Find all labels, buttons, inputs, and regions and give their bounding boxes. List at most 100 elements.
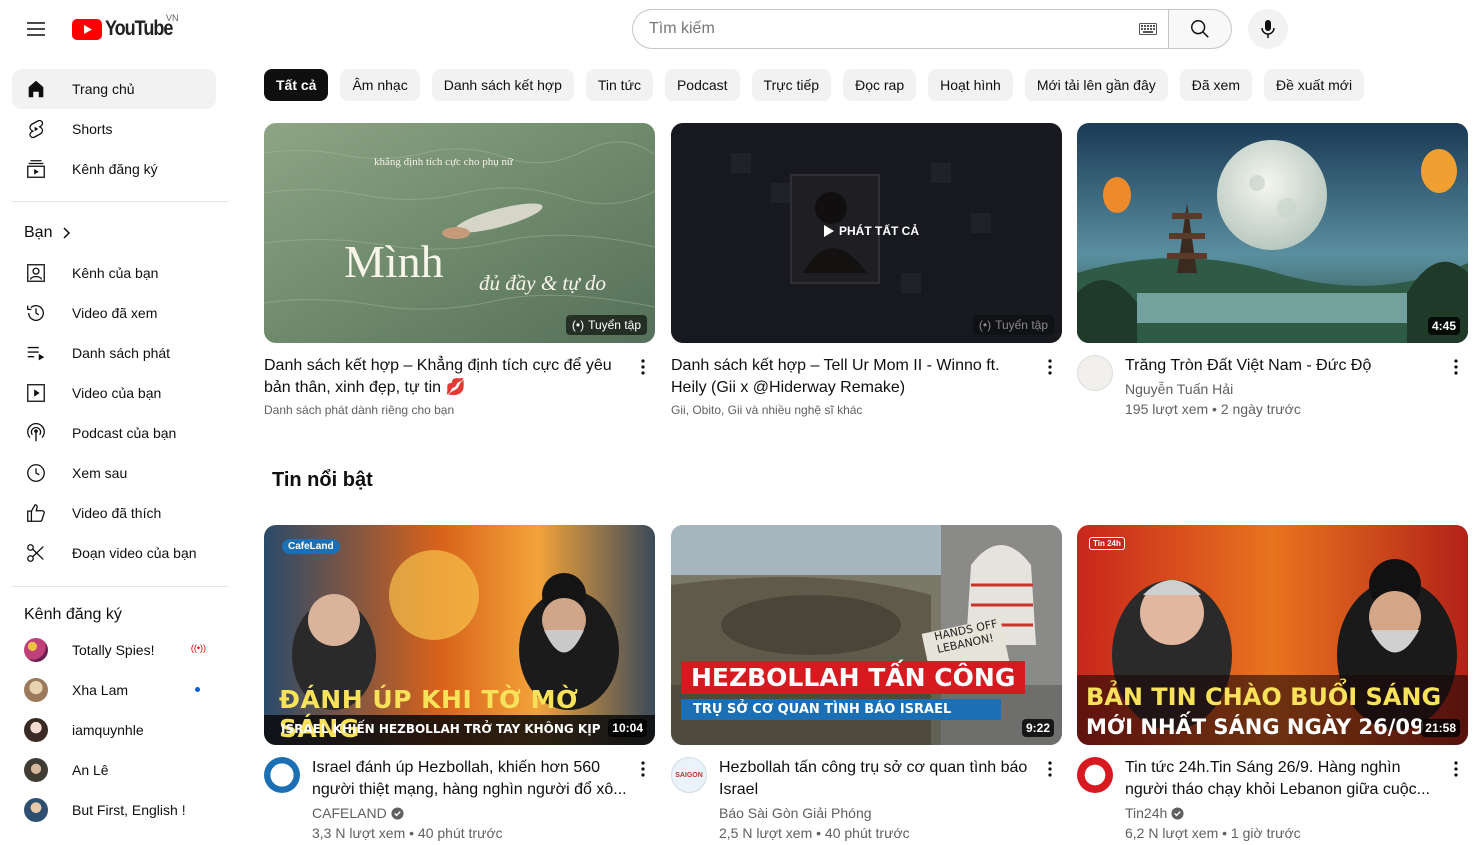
video-thumbnail[interactable]: PHÁT TẤT CẢ (•) Tuyển tập [671,123,1062,343]
hamburger-menu-icon [27,22,45,36]
chip-rap[interactable]: Đọc rap [843,69,917,101]
video-duration: 10:04 [608,719,647,737]
subscription-label: But First, English ! [72,802,186,818]
chip-podcast[interactable]: Podcast [664,69,740,101]
channel-name-label: Nguyễn Tuấn Hải [1125,381,1234,397]
chip-all[interactable]: Tất cả [264,69,329,101]
search-button[interactable] [1168,9,1232,49]
more-options-button[interactable] [1444,757,1468,781]
keyboard-icon[interactable] [1138,22,1158,36]
more-options-button[interactable] [631,355,655,379]
sidebar-item-home[interactable]: Trang chủ [12,69,216,109]
video-thumbnail[interactable]: Tin 24h BẢN TIN CHÀO BUỔI SÁNG MỚI NHẤT … [1077,525,1468,745]
video-card: khẳng định tích cực cho phụ nữ Mình đủ đ… [264,123,655,419]
chip-animation[interactable]: Hoạt hình [928,69,1013,101]
video-stats: 3,3 N lượt xem • 40 phút trước [312,825,503,841]
sidebar-item-your-videos[interactable]: Video của bạn [12,373,216,413]
channel-name-label: Tin24h [1125,805,1168,821]
video-thumbnail[interactable]: CafeLand ĐÁNH ÚP KHI TỜ MỜ SÁNG ISRAEL K… [264,525,655,745]
video-thumbnail[interactable]: HANDS OFF LEBANON! HEZBOLLAH TẤN CÔNG TR… [671,525,1062,745]
search-input[interactable] [649,20,1138,38]
sidebar-item-liked-videos[interactable]: Video đã thích [12,493,216,533]
channel-name[interactable]: Nguyễn Tuấn Hải [1125,379,1440,399]
podcast-icon [24,421,48,445]
live-broadcast-icon: ((•)) [190,643,206,653]
channel-name[interactable]: Báo Sài Gòn Giải Phóng [719,803,1034,823]
home-icon [24,77,48,101]
channel-avatar [24,718,48,742]
video-meta: SAIGON Hezbollah tấn công trụ sở cơ quan… [671,757,1062,843]
video-title[interactable]: Tin tức 24h.Tin Sáng 26/9. Hàng nghìn ng… [1125,757,1440,801]
channel-avatar[interactable] [1077,757,1113,793]
chip-new-to-you[interactable]: Đề xuất mới [1263,69,1365,101]
country-code: VN [166,13,179,23]
history-icon [24,301,48,325]
voice-search-button[interactable] [1248,9,1288,49]
you-section-heading[interactable]: Bạn [24,224,72,242]
video-title[interactable]: Trăng Tròn Đất Việt Nam - Đức Độ [1125,355,1440,377]
sidebar-item-shorts[interactable]: Shorts [12,109,216,149]
more-options-button[interactable] [1038,757,1062,781]
chip-watched[interactable]: Đã xem [1179,69,1252,101]
subscription-item[interactable]: Xha Lam [12,670,216,710]
video-thumbnail[interactable]: 4:45 [1077,123,1468,343]
video-title[interactable]: Danh sách kết hợp – Khẳng định tích cực … [264,355,627,399]
chip-music[interactable]: Âm nhạc [340,69,420,101]
chip-mixes[interactable]: Danh sách kết hợp [431,69,574,101]
video-title[interactable]: Hezbollah tấn công trụ sở cơ quan tình b… [719,757,1034,801]
video-stats: 6,2 N lượt xem • 1 giờ trước [1125,825,1301,841]
more-options-button[interactable] [1038,355,1062,379]
subscription-item[interactable]: But First, English ! [12,790,216,830]
search-box [632,9,1168,49]
subscription-item[interactable]: An Lê [12,750,216,790]
channel-avatar[interactable]: SAIGON [671,757,707,793]
playlists-icon [24,341,48,365]
channel-name[interactable]: CAFELAND [312,803,627,823]
more-options-button[interactable] [1444,355,1468,379]
subscription-label: iamquynhle [72,722,144,738]
channel-name[interactable]: Tin24h [1125,803,1440,823]
sidebar-item-subscriptions[interactable]: Kênh đăng ký [12,149,216,189]
video-card: Tin 24h BẢN TIN CHÀO BUỔI SÁNG MỚI NHẤT … [1077,525,1468,843]
sidebar-item-label: Shorts [72,121,113,137]
sidebar-item-history[interactable]: Video đã xem [12,293,216,333]
thumbnail-subheadline: TRỤ SỞ CƠ QUAN TÌNH BÁO ISRAEL [681,699,1001,720]
video-stats: 195 lượt xem • 2 ngày trước [1125,401,1301,417]
thumbnail-image [1077,525,1468,745]
chip-live[interactable]: Trực tiếp [751,69,832,101]
subscription-item[interactable]: Totally Spies! ((•)) [12,630,216,670]
video-stats: 2,5 N lượt xem • 40 phút trước [719,825,910,841]
video-subtitle: Danh sách phát dành riêng cho bạn [264,403,455,417]
verified-icon [1171,806,1184,820]
video-title[interactable]: Israel đánh úp Hezbollah, khiến hơn 560 … [312,757,627,801]
more-vert-icon [641,359,645,375]
video-meta-text: Hezbollah tấn công trụ sở cơ quan tình b… [719,757,1062,843]
top-bar: YouTube VN [0,0,1473,58]
sidebar-item-label: Trang chủ [72,81,135,97]
sidebar-item-clips[interactable]: Đoạn video của bạn [12,533,216,573]
channel-avatar [24,798,48,822]
sidebar-item-podcasts[interactable]: Podcast của bạn [12,413,216,453]
menu-button[interactable] [16,9,56,49]
channel-avatar[interactable] [1077,355,1113,391]
logo-text: YouTube [105,17,173,40]
scissors-icon [24,541,48,565]
chip-news[interactable]: Tin tức [585,69,653,101]
channel-avatar[interactable] [264,757,300,793]
subscription-item[interactable]: iamquynhle [12,710,216,750]
section-title: Tin nổi bật [272,469,373,491]
video-thumbnail[interactable]: khẳng định tích cực cho phụ nữ Mình đủ đ… [264,123,655,343]
badge-label: Tuyển tập [995,318,1048,332]
sidebar-item-playlists[interactable]: Danh sách phát [12,333,216,373]
chip-recently-uploaded[interactable]: Mới tải lên gần đây [1024,69,1168,101]
sidebar-item-your-channel[interactable]: Kênh của bạn [12,253,216,293]
video-meta: Danh sách kết hợp – Tell Ur Mom II - Win… [671,355,1062,419]
video-card: 4:45 Trăng Tròn Đất Việt Nam - Đức Độ Ng… [1077,123,1468,419]
sidebar-item-watch-later[interactable]: Xem sau [12,453,216,493]
subscription-label: An Lê [72,762,109,778]
play-all-button[interactable]: PHÁT TẤT CẢ [823,224,919,238]
more-options-button[interactable] [631,757,655,781]
you-heading-label: Bạn [24,224,53,241]
video-title[interactable]: Danh sách kết hợp – Tell Ur Mom II - Win… [671,355,1034,399]
thumbnail-image [1077,123,1468,343]
